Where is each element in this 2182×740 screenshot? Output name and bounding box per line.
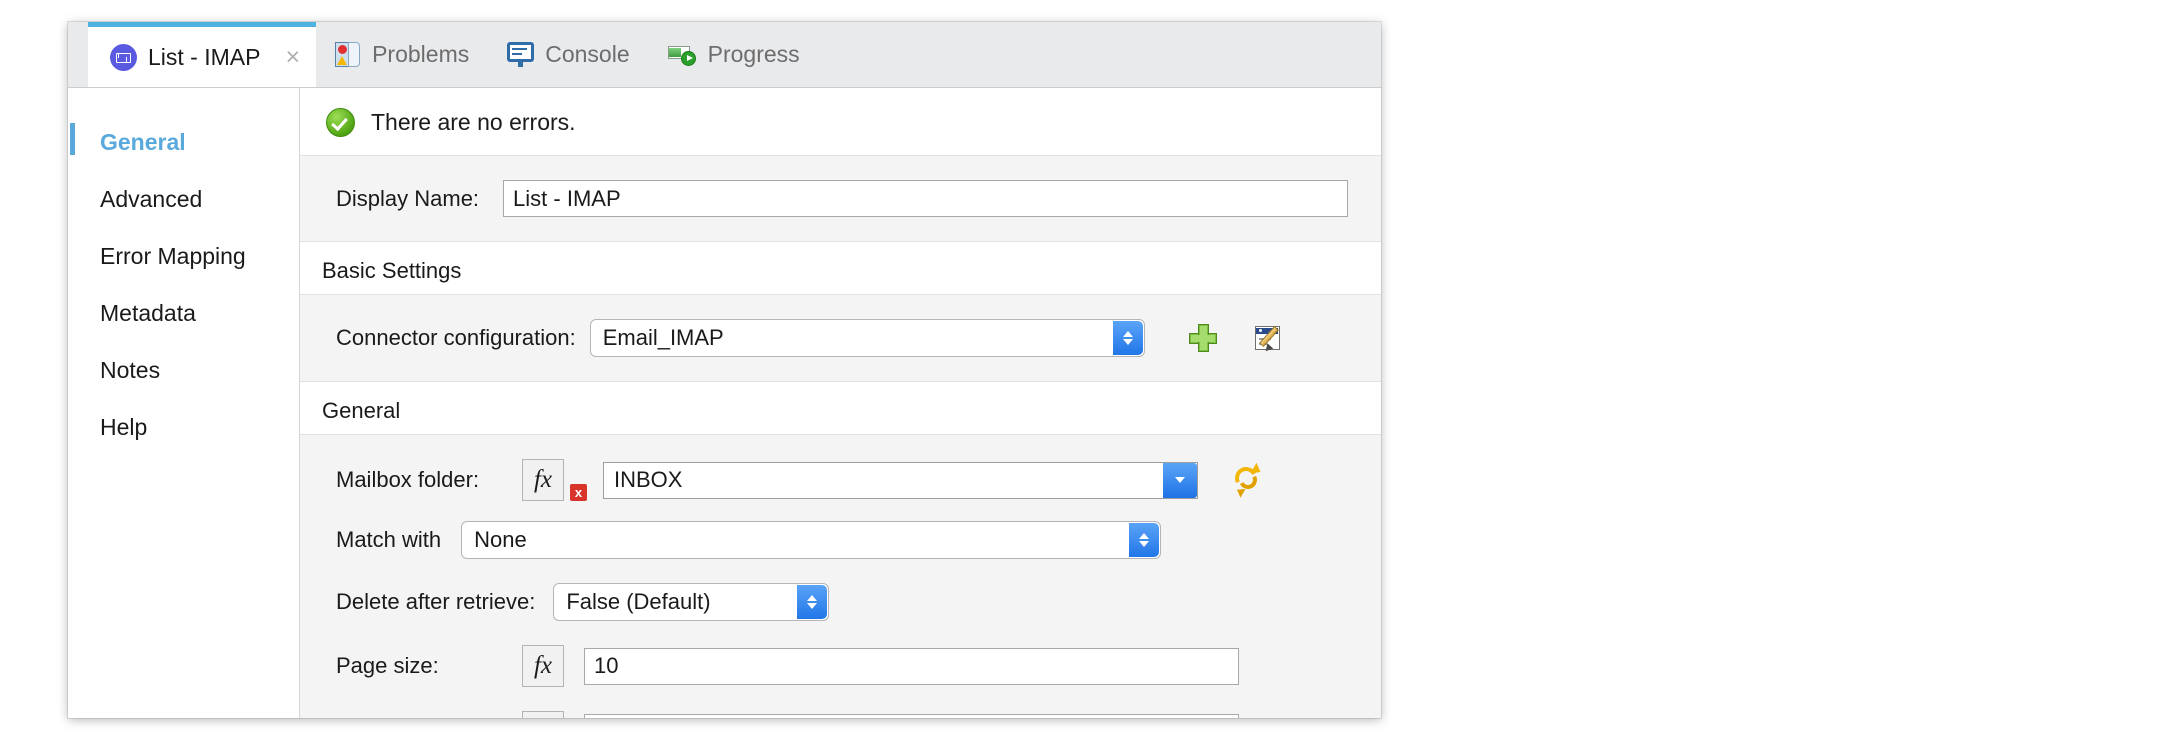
match-with-value: None: [474, 527, 527, 552]
limit-fx-button[interactable]: fx: [522, 711, 564, 718]
display-name-label: Display Name:: [336, 185, 480, 211]
sidebar-item-advanced[interactable]: Advanced: [68, 171, 299, 228]
sidebar-item-notes[interactable]: Notes: [68, 342, 299, 399]
problems-icon: [335, 41, 361, 68]
stepper-icon[interactable]: [1112, 321, 1143, 355]
mailbox-folder-combo[interactable]: INBOX: [603, 461, 1198, 499]
sidebar-item-metadata[interactable]: Metadata: [68, 285, 299, 342]
editor-window: List - IMAP × Problems Console Progress …: [68, 22, 1381, 718]
mailbox-folder-row: Mailbox folder: fx x INBOX: [300, 453, 1381, 507]
mail-icon: [110, 43, 137, 71]
chevron-down-icon[interactable]: [1163, 462, 1197, 498]
limit-row: Limit: fx -1: [300, 693, 1381, 718]
mailbox-folder-label: Mailbox folder:: [336, 467, 480, 492]
sidebar-item-label: Help: [100, 414, 148, 440]
general-section-title: General: [322, 398, 401, 423]
delete-after-retrieve-row: Delete after retrieve: False (Default): [300, 565, 1381, 627]
tab-console[interactable]: Console: [488, 22, 648, 87]
display-name-input[interactable]: List - IMAP: [503, 180, 1349, 217]
tab-bar: List - IMAP × Problems Console Progress: [68, 22, 1381, 88]
sidebar-item-help[interactable]: Help: [68, 399, 299, 456]
tab-label: Problems: [372, 41, 470, 67]
sidebar-item-label: General: [100, 129, 186, 155]
connector-config-select[interactable]: Email_IMAP: [589, 319, 1145, 357]
close-icon[interactable]: ×: [285, 44, 300, 70]
plus-icon[interactable]: [1188, 324, 1217, 352]
delete-after-retrieve-select[interactable]: False (Default): [553, 583, 830, 621]
general-section-block: Mailbox folder: fx x INBOX Match with No…: [300, 434, 1381, 718]
tab-problems[interactable]: Problems: [316, 22, 488, 87]
page-size-fx-button[interactable]: fx: [522, 645, 564, 687]
basic-settings-title: Basic Settings: [322, 258, 462, 283]
page-size-label: Page size:: [336, 653, 439, 678]
mailbox-folder-error-badge: x: [570, 483, 587, 501]
settings-sidebar: General Advanced Error Mapping Metadata …: [68, 88, 300, 718]
sidebar-item-label: Metadata: [100, 300, 196, 326]
sidebar-item-error-mapping[interactable]: Error Mapping: [68, 228, 299, 285]
mailbox-folder-fx-button[interactable]: fx: [522, 459, 564, 501]
mailbox-folder-value: INBOX: [614, 467, 683, 492]
tab-label: Console: [545, 41, 630, 67]
editor-body: General Advanced Error Mapping Metadata …: [68, 88, 1381, 718]
status-text: There are no errors.: [371, 109, 576, 135]
delete-after-retrieve-label: Delete after retrieve:: [336, 589, 536, 614]
basic-settings-block: Connector configuration: Email_IMAP: [300, 294, 1381, 382]
sidebar-item-general[interactable]: General: [68, 114, 299, 171]
display-name-block: Display Name: List - IMAP: [300, 155, 1381, 242]
sidebar-item-label: Notes: [100, 357, 161, 383]
page-size-input[interactable]: 10: [584, 647, 1239, 685]
progress-icon: [667, 42, 697, 67]
stepper-icon[interactable]: [1129, 523, 1160, 557]
tab-label: Progress: [707, 41, 800, 67]
tab-label: List - IMAP: [148, 43, 261, 70]
match-with-row: Match with None: [300, 507, 1381, 565]
delete-after-retrieve-value: False (Default): [566, 589, 711, 614]
connector-config-label: Connector configuration:: [336, 325, 576, 350]
tab-list-imap[interactable]: List - IMAP ×: [88, 22, 317, 87]
edit-icon[interactable]: [1254, 324, 1285, 354]
display-name-row: Display Name: List - IMAP: [300, 174, 1381, 223]
stepper-icon[interactable]: [797, 585, 828, 619]
screenshot-root: List - IMAP × Problems Console Progress …: [0, 0, 2182, 740]
tab-progress[interactable]: Progress: [649, 22, 819, 87]
settings-content: There are no errors. Display Name: List …: [300, 88, 1381, 718]
sidebar-item-label: Error Mapping: [100, 243, 246, 269]
match-with-label: Match with: [336, 527, 442, 552]
refresh-icon[interactable]: [1232, 462, 1264, 498]
console-icon: [507, 41, 535, 68]
success-check-icon: [326, 108, 355, 137]
connector-config-row: Connector configuration: Email_IMAP: [300, 313, 1381, 363]
page-size-row: Page size: fx 10: [300, 627, 1381, 693]
limit-input[interactable]: -1: [584, 713, 1239, 718]
validation-status: There are no errors.: [300, 88, 1381, 155]
sidebar-item-label: Advanced: [100, 186, 203, 212]
match-with-select[interactable]: None: [461, 521, 1162, 559]
connector-config-value: Email_IMAP: [602, 325, 724, 350]
